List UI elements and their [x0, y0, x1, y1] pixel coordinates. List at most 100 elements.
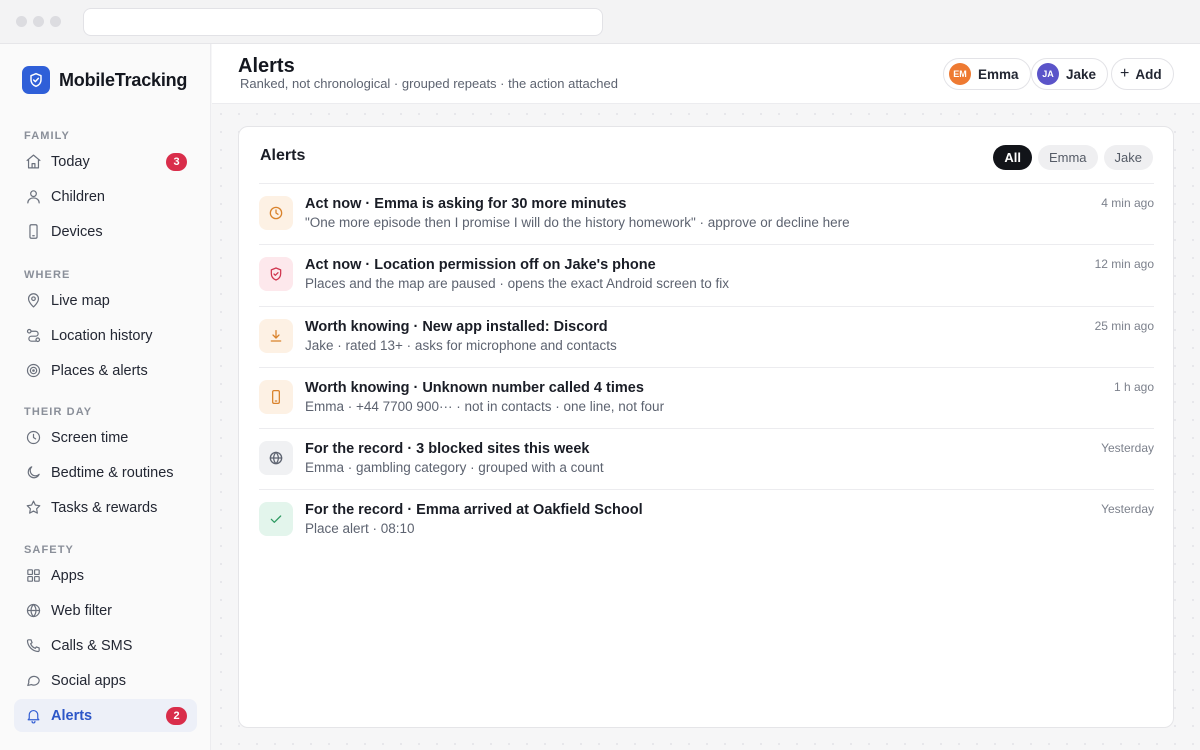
sidebar-item-places-and-alerts[interactable]: Places & alerts	[14, 354, 197, 387]
alert-timestamp: 4 min ago	[1101, 196, 1154, 210]
phone-icon	[259, 379, 293, 414]
alert-timestamp: Yesterday	[1101, 441, 1154, 456]
grid-icon	[24, 567, 42, 585]
filter-pill-all[interactable]: All	[993, 145, 1032, 170]
alert-row[interactable]: Worth knowing · Unknown number called 4 …	[259, 366, 1154, 428]
brand[interactable]: MobileTracking	[22, 66, 187, 94]
sidebar-item-label: Apps	[51, 567, 85, 584]
alert-timestamp: 12 min ago	[1094, 257, 1154, 272]
alert-title: For the record · 3 blocked sites this we…	[305, 441, 590, 458]
clock-icon	[259, 196, 293, 230]
globe-icon	[24, 602, 42, 620]
alert-timestamp: 1 h ago	[1113, 379, 1154, 394]
alert-row[interactable]: Act now · Emma is asking for 30 more min…	[259, 183, 1154, 244]
sidebar-item-label: Screen time	[51, 429, 129, 446]
brand-name: MobileTracking	[59, 69, 188, 90]
sidebar-item-label: Calls & SMS	[51, 637, 133, 654]
plus-icon: +	[1120, 65, 1130, 82]
sidebar-section-label: SAFETY	[24, 544, 74, 556]
alert-row[interactable]: Act now · Location permission off on Jak…	[259, 244, 1154, 305]
sidebar-item-label: Social apps	[51, 672, 126, 689]
sidebar-section-label: FAMILY	[24, 130, 70, 142]
filter-pill-jake[interactable]: Jake	[1103, 145, 1153, 170]
moon-icon	[24, 464, 42, 482]
sidebar-item-label: Alerts	[51, 707, 93, 724]
sidebar-item-label: Devices	[51, 223, 103, 240]
sidebar-item-label: Children	[51, 188, 105, 205]
clock-icon	[24, 429, 42, 447]
window-titlebar	[0, 0, 1200, 44]
sidebar-section-label: THEIR DAY	[24, 406, 93, 418]
alert-row[interactable]: For the record · Emma arrived at Oakfiel…	[259, 489, 1154, 550]
avatar: JA	[1037, 63, 1059, 85]
child-chip-emma[interactable]: EM Emma	[943, 58, 1031, 90]
page-subtitle: Ranked, not chronological · grouped repe…	[240, 76, 618, 91]
alert-timestamp: Yesterday	[1101, 502, 1154, 517]
filter-pills: All Emma Jake	[993, 145, 1153, 170]
sidebar-item-children[interactable]: Children	[14, 180, 197, 213]
alert-list: Act now · Emma is asking for 30 more min…	[259, 183, 1154, 551]
shield-check-icon	[22, 66, 50, 94]
alert-detail: Place alert · 08:10	[305, 521, 415, 537]
home-icon	[24, 153, 42, 171]
sidebar-item-location-history[interactable]: Location history	[14, 319, 197, 352]
window-maximize-dot[interactable]	[50, 16, 61, 27]
sidebar-item-web-filter[interactable]: Web filter	[14, 594, 197, 627]
alert-detail: "One more episode then I promise I will …	[305, 215, 850, 230]
add-child-button[interactable]: + Add	[1111, 58, 1174, 90]
child-chip-jake[interactable]: JA Jake	[1031, 58, 1109, 90]
window-minimize-dot[interactable]	[33, 16, 44, 27]
sidebar-item-alerts[interactable]: Alerts 2	[14, 699, 197, 732]
main-content: Alerts All Emma Jake Act now · Emma is ask…	[212, 105, 1200, 750]
check-icon	[259, 502, 293, 537]
alert-title: Act now · Emma is asking for 30 more min…	[305, 196, 627, 212]
sidebar-item-screen-time[interactable]: Screen time	[14, 421, 197, 454]
child-chip-label: Emma	[978, 66, 1019, 82]
alert-detail: Places and the map are paused · opens th…	[305, 276, 730, 292]
sidebar-section-label: WHERE	[24, 269, 71, 281]
shield-alert-icon	[259, 257, 293, 292]
sidebar: MobileTracking FAMILY Today 3 Children Devic…	[0, 44, 211, 750]
sidebar-item-label: Today	[51, 153, 90, 170]
sidebar-item-live-map[interactable]: Live map	[14, 284, 197, 317]
page-title: Alerts	[238, 55, 295, 77]
alerts-card: Alerts All Emma Jake Act now · Emma is ask…	[238, 126, 1174, 728]
alert-title: For the record · Emma arrived at Oakfiel…	[305, 502, 643, 519]
sidebar-item-label: Live map	[51, 292, 110, 309]
alert-detail: Emma · +44 7700 900··· · not in contacts…	[305, 398, 665, 414]
sidebar-item-label: Web filter	[51, 602, 112, 619]
add-label: Add	[1135, 66, 1162, 82]
phone-call-icon	[24, 637, 42, 655]
sidebar-item-calls-and-sms[interactable]: Calls & SMS	[14, 629, 197, 662]
address-bar[interactable]	[83, 8, 603, 36]
alert-title: Act now · Location permission off on Jak…	[305, 257, 656, 274]
avatar: EM	[949, 63, 971, 85]
alert-timestamp: 25 min ago	[1094, 318, 1154, 333]
sidebar-item-social-apps[interactable]: Social apps	[14, 664, 197, 697]
alert-detail: Emma · gambling category · grouped with …	[305, 460, 604, 476]
alert-detail: Jake · rated 13+ · asks for microphone a…	[305, 337, 617, 353]
target-icon	[24, 362, 42, 380]
sidebar-item-apps[interactable]: Apps	[14, 559, 197, 592]
phone-icon	[24, 223, 42, 241]
user-icon	[24, 188, 42, 206]
alert-row[interactable]: Worth knowing · New app installed: Disco…	[259, 305, 1154, 367]
sidebar-item-label: Bedtime & routines	[51, 464, 174, 481]
alert-title: Worth knowing · New app installed: Disco…	[305, 318, 608, 335]
alert-title: Worth knowing · Unknown number called 4 …	[305, 379, 644, 396]
chat-icon	[24, 672, 42, 690]
page-header: Alerts Ranked, not chronological · group…	[212, 44, 1200, 104]
sidebar-item-today[interactable]: Today 3	[14, 145, 197, 178]
download-icon	[259, 318, 293, 353]
count-badge: 2	[166, 707, 187, 725]
alert-row[interactable]: For the record · 3 blocked sites this we…	[259, 428, 1154, 489]
sidebar-item-bedtime-and-routines[interactable]: Bedtime & routines	[14, 456, 197, 489]
star-icon	[24, 499, 42, 517]
window-close-dot[interactable]	[16, 16, 27, 27]
sidebar-item-tasks-and-rewards[interactable]: Tasks & rewards	[14, 491, 197, 524]
filter-pill-emma[interactable]: Emma	[1037, 145, 1098, 170]
sidebar-item-label: Tasks & rewards	[51, 499, 158, 516]
map-pin-icon	[24, 292, 42, 310]
sidebar-item-label: Places & alerts	[51, 362, 148, 379]
sidebar-item-devices[interactable]: Devices	[14, 215, 197, 248]
